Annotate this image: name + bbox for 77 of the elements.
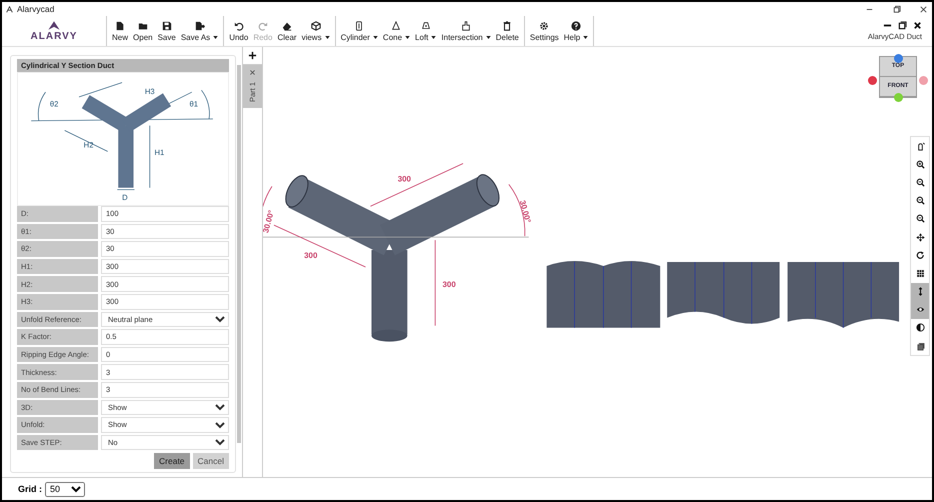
caret-icon xyxy=(405,36,410,38)
diagram-label: θ1 xyxy=(190,99,198,108)
zoom-in-icon xyxy=(916,160,924,169)
folder-icon xyxy=(138,20,148,30)
diagram-label: H2 xyxy=(84,140,94,150)
leader-line xyxy=(149,125,150,188)
axis-dot-icon[interactable] xyxy=(868,76,877,85)
axis-dot-icon[interactable] xyxy=(919,76,928,85)
toolbar-button[interactable]: Delete xyxy=(494,16,521,46)
undo-icon xyxy=(234,20,244,30)
logo-icon xyxy=(47,20,61,31)
restore-icon[interactable] xyxy=(892,4,901,14)
toolbar-button[interactable]: Save As xyxy=(178,16,220,46)
leader-line xyxy=(116,189,135,190)
add-icon[interactable] xyxy=(248,51,257,60)
caret-icon xyxy=(372,36,378,38)
toolbar-button[interactable]: Clear xyxy=(275,16,299,46)
toolbar-button[interactable]: Cone xyxy=(380,16,412,46)
zoom-out-icon xyxy=(916,178,924,187)
eye-icon xyxy=(916,305,924,314)
dimension-label: 300 xyxy=(442,280,456,289)
refresh-icon xyxy=(916,250,924,260)
leader-line xyxy=(78,82,122,98)
app-icon xyxy=(6,6,13,12)
dimension-label: 300 xyxy=(398,174,411,184)
logo-text: ALARVY xyxy=(30,31,78,42)
file-icon xyxy=(115,20,125,30)
toolbar-button[interactable]: Undo xyxy=(227,16,250,46)
cube-icon xyxy=(310,20,321,30)
angle-arc xyxy=(201,90,210,120)
grid-label: Grid : xyxy=(18,484,42,494)
grid-icon xyxy=(916,268,924,278)
restore-icon[interactable] xyxy=(898,21,907,30)
toolbar-button[interactable]: Intersection xyxy=(439,16,493,46)
toolbar-button[interactable]: Cylinder xyxy=(338,16,380,46)
dialog-button[interactable]: Create xyxy=(154,453,190,469)
view-tool-button[interactable] xyxy=(911,282,929,301)
file-arrow-icon xyxy=(194,20,204,30)
toolbar-button[interactable]: Help xyxy=(562,16,590,46)
toolbar-button[interactable]: Settings xyxy=(528,16,561,46)
help-icon xyxy=(571,20,581,30)
grid-dropdown[interactable]: 50 xyxy=(45,482,85,496)
intersection-icon xyxy=(461,20,472,30)
toolbar-button[interactable]: Loft xyxy=(413,16,438,46)
trash-icon xyxy=(502,20,512,30)
toolbar-button[interactable]: New xyxy=(110,16,130,46)
angle-arc xyxy=(38,92,46,122)
diagram-label: H1 xyxy=(154,148,164,158)
contrast-icon xyxy=(916,323,924,332)
diagram-label: θ2 xyxy=(50,99,58,108)
caret-icon xyxy=(583,36,588,38)
diagram-label: D xyxy=(122,193,128,202)
toolbar-button[interactable]: views xyxy=(300,16,332,46)
cone-icon xyxy=(391,20,402,30)
cylinder-icon xyxy=(354,20,364,30)
view-tool-button[interactable] xyxy=(911,300,929,319)
axis-dot-icon[interactable] xyxy=(894,54,903,63)
layers-icon xyxy=(916,342,924,351)
eraser-icon xyxy=(282,20,292,30)
loft-icon xyxy=(420,20,431,30)
close-icon[interactable] xyxy=(919,4,928,14)
caret-icon xyxy=(486,36,491,38)
caret-icon xyxy=(213,36,218,38)
leader-line xyxy=(64,130,108,152)
redo-icon xyxy=(258,20,268,30)
dimension-label: 300 xyxy=(304,251,318,260)
settings-icon xyxy=(539,20,550,30)
caret-icon xyxy=(324,36,330,38)
toolbar-button[interactable]: Open xyxy=(131,16,155,46)
diagram-label: H3 xyxy=(144,87,155,96)
pan-icon xyxy=(916,232,924,242)
dialog-button[interactable]: Cancel xyxy=(192,453,229,469)
axis-dot-icon[interactable] xyxy=(894,93,903,102)
caret-icon xyxy=(431,36,436,38)
toolbar-button[interactable]: Save xyxy=(156,16,178,46)
window-title: Alarvycad xyxy=(17,4,54,14)
close-icon[interactable] xyxy=(913,21,922,30)
